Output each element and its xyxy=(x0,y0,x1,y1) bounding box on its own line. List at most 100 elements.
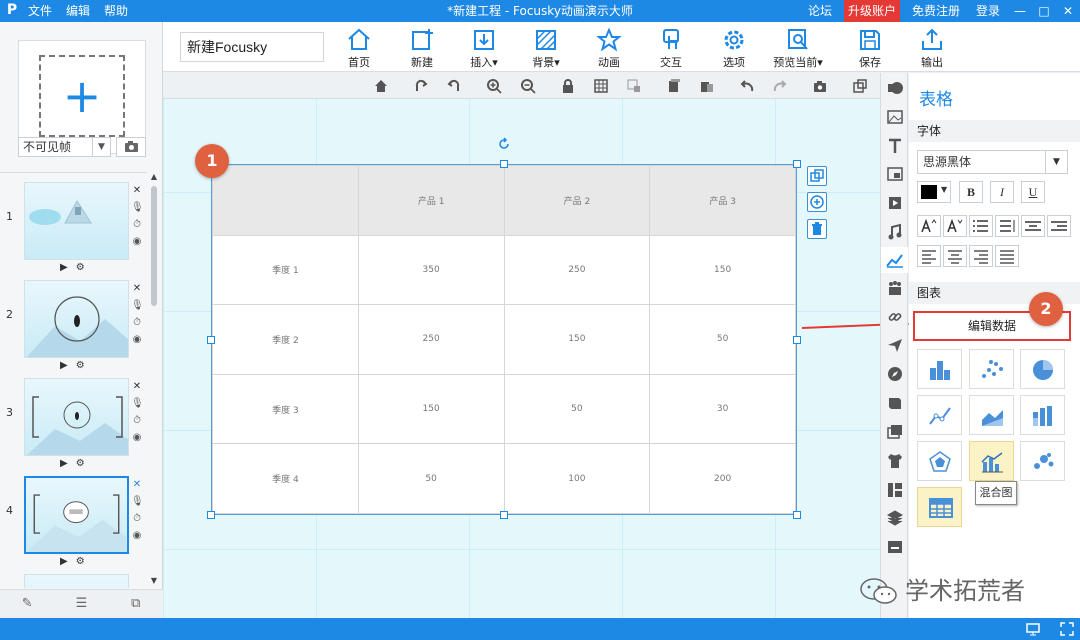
link-icon[interactable] xyxy=(886,308,904,326)
italic-button[interactable]: I xyxy=(990,181,1014,203)
align-right-button[interactable] xyxy=(969,245,993,267)
people-icon[interactable] xyxy=(886,279,904,297)
lock-icon[interactable] xyxy=(560,78,576,94)
play-settings-controls[interactable]: ▶⚙ xyxy=(60,262,93,273)
text-icon[interactable] xyxy=(886,137,904,155)
table-cell[interactable]: 50 xyxy=(649,304,796,375)
play-settings-controls[interactable]: ▶⚙ xyxy=(60,360,93,371)
zoom-in-icon[interactable] xyxy=(486,78,502,94)
zoom-out-icon[interactable] xyxy=(520,78,536,94)
table-cell[interactable]: 季度 1 xyxy=(212,234,359,306)
frame-thumbnail-2[interactable]: 2 ✕ 🎙 ⏱ ◉ ▶⚙ xyxy=(0,274,147,372)
video-icon[interactable] xyxy=(886,194,904,212)
chart-type-column[interactable] xyxy=(1020,395,1065,435)
chart-type-area[interactable] xyxy=(969,395,1014,435)
font-size-up-button[interactable] xyxy=(917,215,941,237)
forum-link[interactable]: 论坛 xyxy=(800,0,840,22)
table-cell[interactable]: 250 xyxy=(503,234,651,306)
close-button[interactable]: ✕ xyxy=(1056,0,1080,22)
resize-handle[interactable] xyxy=(500,511,508,519)
microphone-icon[interactable]: 🎙 xyxy=(131,395,144,412)
frame-layout-icon[interactable] xyxy=(886,165,904,183)
table-cell[interactable]: 季度 2 xyxy=(212,304,359,375)
scroll-up-icon[interactable]: ▲ xyxy=(148,172,160,184)
frame-thumbnail-5[interactable] xyxy=(0,568,147,588)
compass-icon[interactable] xyxy=(886,365,904,383)
insert-button[interactable]: 插入▾ xyxy=(456,26,512,70)
book-icon[interactable] xyxy=(886,394,904,412)
play-settings-controls[interactable]: ▶⚙ xyxy=(60,458,93,469)
save-button[interactable]: 保存 xyxy=(842,26,898,70)
chart-type-bar[interactable] xyxy=(917,349,962,389)
edit-note-icon[interactable]: ✎ xyxy=(0,590,54,618)
outdent-button[interactable] xyxy=(1047,215,1071,237)
font-size-down-button[interactable] xyxy=(943,215,967,237)
send-back-icon[interactable] xyxy=(699,78,715,94)
shapes-icon[interactable] xyxy=(886,79,904,97)
microphone-icon[interactable]: 🎙 xyxy=(131,199,144,216)
numbered-list-button[interactable] xyxy=(995,215,1019,237)
timer-icon[interactable]: ⏱ xyxy=(131,412,143,429)
resize-handle[interactable] xyxy=(207,336,215,344)
table-cell[interactable]: 250 xyxy=(357,304,505,375)
chart-type-scatter[interactable] xyxy=(969,349,1014,389)
project-name-field[interactable]: 新建Focusky xyxy=(180,32,324,62)
eye-icon[interactable]: ◉ xyxy=(131,429,143,446)
upgrade-account-button[interactable]: 升级账户 xyxy=(843,0,900,22)
music-icon[interactable] xyxy=(886,223,904,241)
table-cell[interactable]: 50 xyxy=(357,443,505,514)
layers-icon[interactable] xyxy=(886,509,904,527)
preview-current-button[interactable]: 预览当前▾ xyxy=(768,26,828,70)
undo-icon[interactable] xyxy=(739,78,755,94)
editor-canvas[interactable]: 产品 1 产品 2 产品 3 季度 1 350 250 150 季度 2 250… xyxy=(163,73,880,618)
eye-icon[interactable]: ◉ xyxy=(131,527,143,544)
bold-button[interactable]: B xyxy=(959,181,983,203)
redo-icon[interactable] xyxy=(772,78,788,94)
bring-front-icon[interactable] xyxy=(666,78,682,94)
airplane-icon[interactable] xyxy=(886,336,904,354)
new-frame-button[interactable]: 新建 xyxy=(394,26,450,70)
interaction-button[interactable]: 交互 xyxy=(643,26,699,70)
fullscreen-icon[interactable] xyxy=(1060,622,1074,636)
underline-button[interactable]: U xyxy=(1021,181,1045,203)
swap-frames-icon[interactable]: ⧉ xyxy=(109,590,163,618)
align-center-button[interactable] xyxy=(943,245,967,267)
copy-element-button[interactable] xyxy=(807,166,827,186)
menu-edit[interactable]: 编辑 xyxy=(66,0,90,22)
thumbnail-scrollbar[interactable]: ▲ ▼ xyxy=(148,172,160,588)
resize-handle[interactable] xyxy=(500,160,508,168)
bullet-list-button[interactable] xyxy=(969,215,993,237)
table-header-cell[interactable]: 产品 1 xyxy=(357,165,505,236)
font-color-picker[interactable]: ▼ xyxy=(917,181,951,203)
table-cell[interactable]: 季度 4 xyxy=(212,443,359,514)
rotate-handle-icon[interactable] xyxy=(497,137,511,151)
chart-category-tab[interactable] xyxy=(881,247,908,273)
layout-template-icon[interactable] xyxy=(886,481,904,499)
chart-type-bubble[interactable] xyxy=(1020,441,1065,481)
register-link[interactable]: 免费注册 xyxy=(904,0,968,22)
background-button[interactable]: 背景▾ xyxy=(518,26,574,70)
table-cell[interactable]: 季度 3 xyxy=(212,373,359,445)
table-header-cell[interactable]: 产品 2 xyxy=(503,165,651,236)
home-icon[interactable] xyxy=(373,78,389,94)
table-cell[interactable]: 50 xyxy=(503,373,651,445)
table-cell[interactable]: 150 xyxy=(649,234,796,306)
resize-handle[interactable] xyxy=(793,160,801,168)
resize-handle[interactable] xyxy=(793,336,801,344)
frame-thumbnail-3[interactable]: 3 ✕ 🎙 ⏱ ◉ ▶⚙ xyxy=(0,372,147,470)
rotate-left-icon[interactable] xyxy=(446,78,462,94)
delete-frame-icon[interactable]: ✕ xyxy=(131,476,143,493)
rotate-right-icon[interactable] xyxy=(413,78,429,94)
table-cell[interactable]: 100 xyxy=(503,443,651,514)
menu-file[interactable]: 文件 xyxy=(28,0,52,22)
align-grid-icon[interactable] xyxy=(626,78,642,94)
resize-handle[interactable] xyxy=(793,511,801,519)
media-library-icon[interactable] xyxy=(886,423,904,441)
timer-icon[interactable]: ⏱ xyxy=(131,510,143,527)
table-cell[interactable]: 200 xyxy=(649,443,796,514)
frame-mode-select[interactable]: 不可见帧 ▼ xyxy=(18,137,111,157)
grid-icon[interactable] xyxy=(593,78,609,94)
presentation-icon[interactable] xyxy=(1026,622,1040,636)
export-button[interactable]: 输出 xyxy=(904,26,960,70)
data-table[interactable]: 产品 1 产品 2 产品 3 季度 1 350 250 150 季度 2 250… xyxy=(211,164,797,515)
